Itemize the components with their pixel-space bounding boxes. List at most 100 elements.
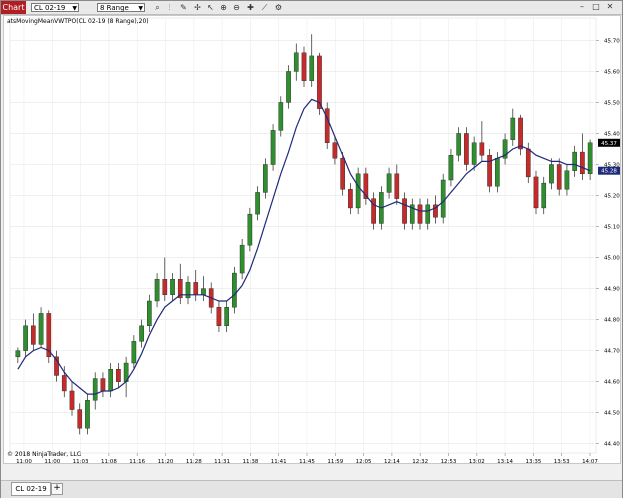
y-tick-label: 45.00 — [604, 256, 620, 262]
arrow-icon[interactable]: ↖ — [206, 3, 215, 12]
bar-type-value: 8 Range — [100, 4, 129, 12]
y-tick-label: 44.90 — [604, 287, 620, 293]
y-tick-label: 45.70 — [604, 38, 620, 44]
x-tick-label: 13:02 — [469, 459, 485, 463]
properties-icon[interactable]: ⚙ — [274, 3, 283, 12]
zoom-out-icon[interactable]: ⊖ — [232, 3, 241, 12]
candle-up — [495, 158, 500, 187]
candle-down — [216, 306, 222, 327]
candle-down — [556, 164, 562, 190]
y-tick-label: 45.40 — [604, 131, 620, 137]
candle-down — [332, 142, 338, 159]
candle-down — [77, 409, 83, 429]
candle-up — [549, 164, 554, 184]
candle-up — [185, 282, 191, 299]
candle-up — [456, 133, 461, 156]
x-tick-label: 13:53 — [554, 459, 570, 463]
candle-down — [402, 198, 407, 224]
tab-instrument[interactable]: CL 02-19 — [11, 482, 51, 496]
candle-down — [317, 55, 322, 109]
candle-down — [116, 369, 121, 382]
toolbar: Chart CL 02-19 ▼ 8 Range ▼ ⌕ ⫶ ✎ ✢ ↖ ⊕ ⊖… — [1, 1, 622, 15]
candle-up — [139, 325, 144, 342]
candle-up — [278, 102, 284, 131]
candle-up — [286, 71, 291, 103]
x-tick-label: 12:32 — [412, 459, 428, 463]
candle-up — [263, 164, 268, 193]
candle-down — [417, 204, 423, 224]
candle-down — [479, 142, 485, 156]
crosshair-icon[interactable]: ✢ — [193, 3, 202, 12]
y-tick-label: 45.10 — [604, 225, 620, 231]
x-tick-label: 11:08 — [101, 459, 117, 463]
tab-bar — [1, 480, 622, 498]
window-title[interactable]: Chart — [1, 1, 26, 14]
close-icon[interactable]: ✕ — [605, 2, 615, 12]
x-tick-label: 11:41 — [271, 459, 287, 463]
maximize-icon[interactable]: □ — [591, 2, 601, 12]
candle-up — [270, 130, 276, 165]
plus-icon[interactable]: ✚ — [246, 3, 255, 12]
candle-up — [247, 213, 253, 246]
candle-up — [564, 170, 570, 190]
instrument-selector[interactable]: CL 02-19 ▼ — [31, 3, 79, 12]
candle-up — [448, 154, 454, 181]
search-icon[interactable]: ⌕ — [153, 3, 162, 12]
candle-up — [587, 142, 593, 175]
candle-down — [525, 148, 531, 178]
plot-frame — [9, 17, 597, 454]
x-tick-label: 11:00 — [16, 459, 32, 463]
add-tab-button[interactable]: + — [51, 483, 63, 495]
candle-up — [440, 179, 446, 218]
x-tick-label: 11:31 — [214, 459, 230, 463]
indicator-label: atsMovingMeanVWTPO(CL 02-19 (8 Range),20… — [7, 18, 149, 25]
pencil-icon[interactable]: ✎ — [179, 3, 188, 12]
candle-down — [340, 158, 345, 190]
candle-up — [108, 369, 113, 392]
zoom-in-icon[interactable]: ⊕ — [219, 3, 228, 12]
y-tick-label: 44.70 — [604, 349, 620, 355]
candle-down — [31, 325, 36, 345]
y-tick-label: 45.60 — [604, 69, 620, 75]
candle-down — [193, 282, 199, 295]
x-tick-label: 11:00 — [44, 459, 60, 463]
bar-style-icon[interactable]: ⫶ — [165, 3, 174, 12]
copyright-text: © 2018 NinjaTrader, LLC — [7, 451, 81, 458]
x-tick-label: 11:16 — [129, 459, 145, 463]
y-tick-label: 44.40 — [604, 442, 620, 448]
instrument-value: CL 02-19 — [34, 4, 66, 12]
candle-down — [394, 173, 400, 199]
candle-up — [154, 279, 160, 302]
x-tick-label: 11:38 — [242, 459, 258, 463]
candle-down — [518, 117, 523, 150]
candle-up — [510, 117, 516, 140]
x-tick-label: 11:59 — [327, 459, 343, 463]
x-tick-label: 11:20 — [158, 459, 174, 463]
x-tick-label: 13:14 — [497, 459, 513, 463]
candle-up — [541, 182, 547, 209]
candle-up — [85, 400, 90, 429]
x-tick-label: 12:53 — [441, 459, 457, 463]
price-chart: 45.7045.6045.5045.4045.3045.2045.1045.00… — [9, 17, 620, 463]
candle-up — [224, 306, 229, 327]
chart-panel[interactable]: 45.70 45.60 45.50 45.40 45.30 45.20 45.10 45.00… — [3, 15, 621, 464]
minimize-icon[interactable]: – — [577, 2, 587, 12]
x-tick-label: 12:05 — [356, 459, 372, 463]
candle-up — [131, 341, 137, 364]
candle-up — [38, 313, 44, 345]
candle-up — [293, 52, 299, 72]
bar-type-selector[interactable]: 8 Range ▼ — [97, 3, 145, 12]
candle-down — [162, 279, 168, 295]
x-tick-label: 14:07 — [582, 459, 598, 463]
chart-window: Chart CL 02-19 ▼ 8 Range ▼ ⌕ ⫶ ✎ ✢ ↖ ⊕ ⊖… — [0, 0, 623, 498]
candle-up — [239, 244, 245, 274]
candle-up — [355, 173, 361, 209]
candle-up — [92, 378, 98, 401]
candle-up — [23, 325, 28, 351]
x-tick-label: 11:28 — [186, 459, 202, 463]
line-draw-icon[interactable]: ⟋ — [260, 3, 269, 12]
x-tick-label: 11:45 — [299, 459, 315, 463]
candle-down — [348, 189, 353, 209]
candle-up — [201, 288, 206, 295]
candle-up — [425, 204, 431, 224]
